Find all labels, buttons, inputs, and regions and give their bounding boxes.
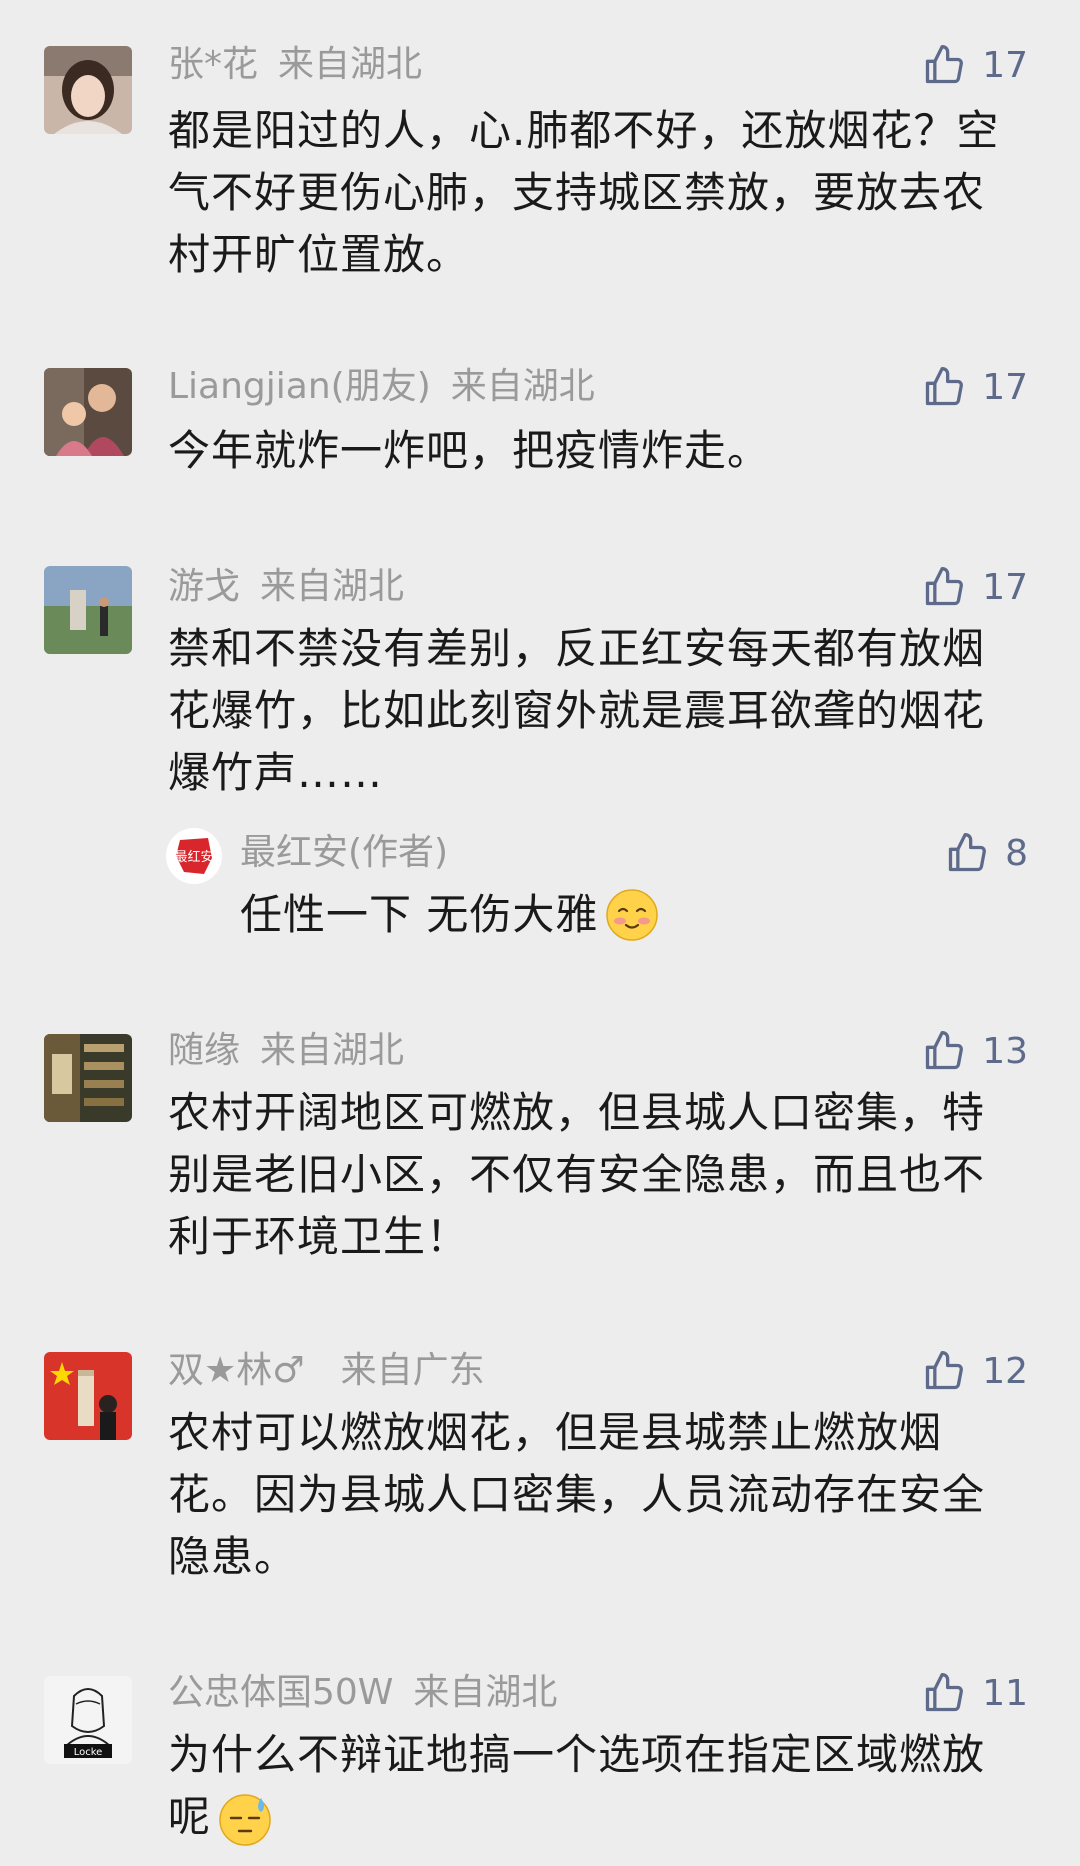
comment-text: 农村可以燃放烟花，但是县城禁止燃放烟花。因为县城人口密集，人员流动存在安全隐患。 <box>168 1408 986 1581</box>
author-avatar-text: 最红安 <box>174 849 213 865</box>
comment-text: 今年就炸一炸吧，把疫情炸走。 <box>168 426 771 475</box>
avatar[interactable]: Locke <box>44 1676 132 1764</box>
thumbs-up-icon <box>926 567 964 606</box>
like-button[interactable]: 17 <box>922 362 1028 412</box>
comment-meta: 公忠体国50W 来自湖北 <box>168 1668 557 1718</box>
like-count: 12 <box>982 1350 1028 1392</box>
location-label: 来自湖北 <box>450 366 595 407</box>
author-avatar[interactable]: 最红安 <box>166 828 222 884</box>
comment-text: 为什么不辩证地搞一个选项在指定区域燃放呢 <box>168 1724 1018 1848</box>
location-label: 来自广东 <box>340 1350 485 1391</box>
like-count: 17 <box>982 44 1028 86</box>
blush-emoji-icon <box>604 887 660 943</box>
like-count: 11 <box>982 1672 1028 1714</box>
comment-text: 禁和不禁没有差别，反正红安每天都有放烟花爆竹，比如此刻窗外就是震耳欲聋的烟花爆竹… <box>168 624 986 797</box>
username[interactable]: 双★林♂ <box>168 1350 305 1391</box>
comment-meta: 张*花 来自湖北 <box>168 40 422 90</box>
avatar-caption: Locke <box>74 1747 103 1758</box>
thumbs-up-icon <box>926 1673 964 1712</box>
username[interactable]: 公忠体国50W <box>168 1672 393 1713</box>
like-button[interactable]: 17 <box>922 562 1028 612</box>
location-label: 来自湖北 <box>260 1030 405 1071</box>
like-button[interactable]: 11 <box>922 1668 1028 1718</box>
like-count: 13 <box>982 1030 1028 1072</box>
like-count: 17 <box>982 566 1028 608</box>
location-label: 来自湖北 <box>413 1672 558 1713</box>
comment-text: 都是阳过的人，心.肺都不好，还放烟花？空气不好更伤心肺，支持城区禁放，要放去农村… <box>168 106 1000 279</box>
comment-meta: 双★林♂ 来自广东 <box>168 1346 485 1396</box>
like-count: 17 <box>982 366 1028 408</box>
comment-text: 农村开阔地区可燃放，但县城人口密集，特别是老旧小区，不仅有安全隐患，而且也不利于… <box>168 1088 986 1261</box>
like-button[interactable]: 12 <box>922 1346 1028 1396</box>
reply-text: 任性一下 无伤大雅 <box>240 890 599 939</box>
comment-meta: 随缘 来自湖北 <box>168 1026 404 1076</box>
location-label: 来自湖北 <box>260 566 405 607</box>
like-button[interactable]: 13 <box>922 1026 1028 1076</box>
like-button[interactable]: 17 <box>922 40 1028 90</box>
avatar[interactable] <box>44 566 132 654</box>
comment-meta: Liangjian(朋友) 来自湖北 <box>168 362 595 412</box>
avatar[interactable] <box>44 1352 132 1440</box>
sweat-emoji-icon <box>217 1792 273 1848</box>
thumbs-up-icon <box>948 833 987 872</box>
username[interactable]: Liangjian(朋友) <box>168 366 431 407</box>
thumbs-up-icon <box>926 367 964 406</box>
reply-like-button[interactable]: 8 <box>945 828 1028 878</box>
comment-text-content: 为什么不辩证地搞一个选项在指定区域燃放呢 <box>168 1730 986 1841</box>
username[interactable]: 游戈 <box>168 566 240 607</box>
comment-meta: 游戈 来自湖北 <box>168 562 404 612</box>
avatar[interactable] <box>44 46 132 134</box>
thumbs-up-icon <box>926 1031 964 1070</box>
like-count: 8 <box>1005 832 1028 874</box>
reply-author-name[interactable]: 最红安(作者) <box>240 828 448 878</box>
avatar[interactable] <box>44 1034 132 1122</box>
thumbs-up-icon <box>926 1351 964 1390</box>
username[interactable]: 随缘 <box>168 1030 240 1071</box>
reply-text-row: 任性一下 无伤大雅 <box>240 884 660 946</box>
location-label: 来自湖北 <box>278 44 423 85</box>
thumbs-up-icon <box>926 45 964 84</box>
avatar[interactable] <box>44 368 132 456</box>
username[interactable]: 张*花 <box>168 44 258 85</box>
